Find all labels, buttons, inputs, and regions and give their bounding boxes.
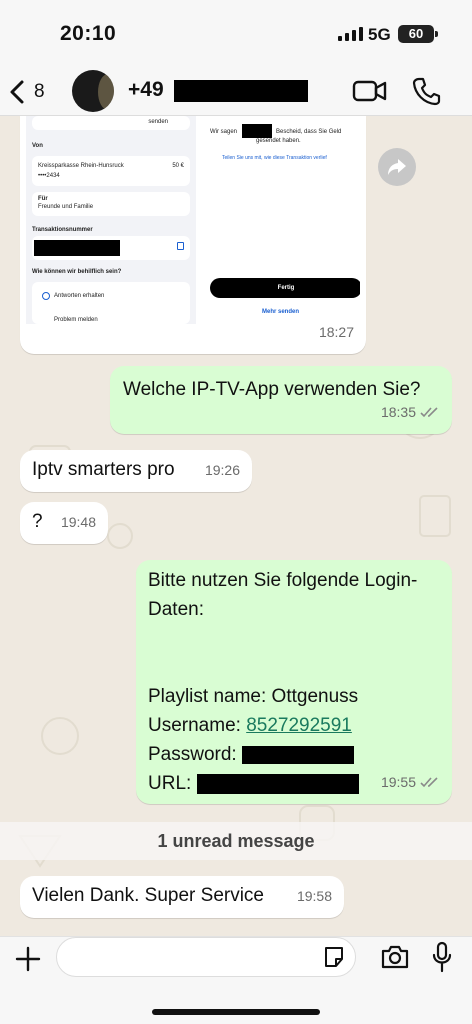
- screenshot-send-more: Mehr senden: [262, 309, 300, 315]
- screenshot-amount: 50 €: [172, 163, 184, 169]
- screenshot-help-item-1: Antworten erhalten: [54, 293, 105, 299]
- battery-level: 60: [408, 26, 424, 41]
- screenshot-account-mask: ••••2434: [38, 173, 60, 179]
- screenshot-sender-label: senden: [148, 119, 168, 125]
- screenshot-done-button: Fertig: [210, 278, 360, 298]
- message-line: Daten:: [148, 599, 204, 620]
- contact-phone-prefix: +49: [128, 78, 164, 101]
- help-icon: [42, 292, 50, 300]
- message-meta: 19:48: [61, 508, 96, 536]
- screenshot-thanks-b: Bescheid, dass Sie Geld: [276, 129, 342, 135]
- screenshot-left-panel: senden Von Kreissparkasse Rhein-Hunsruck…: [26, 116, 196, 324]
- forward-button[interactable]: [378, 148, 416, 186]
- camera-icon[interactable]: [380, 943, 410, 971]
- sticker-icon[interactable]: [322, 945, 346, 969]
- status-time: 20:10: [60, 22, 117, 45]
- screenshot-thanks-a: Wir sagen: [210, 129, 238, 135]
- chat-header: 8 +49: [0, 68, 472, 116]
- unread-messages-banner: 1 unread message: [0, 822, 472, 860]
- screenshot-transaction-card: [32, 236, 190, 260]
- double-check-icon: [420, 777, 438, 788]
- message-time: 19:26: [204, 462, 240, 478]
- battery-icon: 60: [398, 25, 438, 43]
- outgoing-message[interactable]: Bitte nutzen Sie folgende Login- Daten: …: [136, 560, 452, 804]
- message-text: Welche IP-TV-App verwenden Sie?: [123, 379, 421, 400]
- back-button[interactable]: 8: [8, 76, 54, 108]
- screenshot-thanks-c: gesendet haben.: [256, 138, 301, 144]
- redacted-recipient-name: [242, 124, 272, 138]
- message-time: 19:48: [60, 514, 96, 530]
- password-label: Password:: [148, 744, 237, 765]
- screenshot-bank-name: Kreissparkasse Rhein-Hunsruck: [38, 163, 124, 169]
- incoming-message[interactable]: ? 19:48: [20, 502, 108, 544]
- url-label: URL:: [148, 773, 192, 794]
- message-text: Vielen Dank. Super Service: [32, 885, 264, 906]
- message-time: 19:58: [296, 888, 332, 904]
- status-bar: 20:10 5G 60: [0, 0, 472, 68]
- screenshot-bank-card: Kreissparkasse Rhein-Hunsruck 50 € ••••2…: [32, 156, 190, 186]
- message-text: Bitte nutzen Sie folgende Login- Daten: …: [148, 566, 417, 798]
- message-meta: 18:27: [319, 318, 354, 346]
- incoming-message[interactable]: Vielen Dank. Super Service 19:58: [20, 876, 344, 918]
- redacted-transaction-number: [34, 240, 120, 256]
- incoming-message[interactable]: Iptv smarters pro 19:26: [20, 450, 252, 492]
- screenshot-card-top: senden: [32, 116, 190, 130]
- screenshot-right-panel: Wir sagen Bescheid, dass Sie Geld gesend…: [202, 116, 360, 324]
- redacted-phone-number: [174, 80, 308, 102]
- playlist-line: Playlist name: Ottgenuss: [148, 686, 359, 707]
- screenshot-help-card: Antworten erhalten Problem melden: [32, 282, 190, 324]
- screenshot-von-label: Von: [32, 143, 43, 149]
- screenshot-help-label: Wie können wir behilflich sein?: [32, 269, 122, 275]
- screenshot-purpose-card: Für Freunde und Familie: [32, 192, 190, 216]
- double-check-icon: [420, 407, 438, 418]
- message-time: 18:35: [380, 404, 416, 420]
- unread-chats-count: 8: [34, 81, 45, 102]
- message-meta: 19:58: [297, 882, 332, 910]
- url-line: URL:: [148, 769, 417, 798]
- message-input[interactable]: [56, 937, 356, 977]
- screenshot-share-link: Teilen Sie uns mit, wie diese Transaktio…: [222, 155, 327, 161]
- video-call-icon[interactable]: [352, 76, 388, 106]
- contact-avatar[interactable]: [72, 70, 114, 112]
- message-text: Iptv smarters pro: [32, 459, 175, 480]
- plus-icon[interactable]: [14, 945, 42, 973]
- username-link[interactable]: 8527292591: [246, 715, 352, 736]
- back-chevron-icon: [10, 80, 24, 104]
- screenshot-fur-label: Für: [38, 196, 48, 202]
- message-meta: 18:35: [381, 398, 440, 426]
- message-text: ?: [32, 511, 43, 532]
- screenshot-fur-value: Freunde und Familie: [38, 204, 94, 210]
- image-message[interactable]: senden Von Kreissparkasse Rhein-Hunsruck…: [20, 116, 366, 354]
- screenshot-transaction-label: Transaktionsnummer: [32, 227, 93, 233]
- cellular-signal-icon: [338, 27, 363, 41]
- message-meta: 19:55: [381, 768, 440, 796]
- message-time: 18:27: [318, 324, 354, 340]
- contact-name[interactable]: +49: [128, 78, 164, 102]
- screenshot-help-item-2: Problem melden: [54, 317, 98, 323]
- username-label: Username:: [148, 715, 241, 736]
- mic-icon[interactable]: [432, 941, 452, 973]
- redacted-url: [196, 773, 359, 794]
- home-indicator: [152, 1009, 320, 1015]
- outgoing-message[interactable]: Welche IP-TV-App verwenden Sie? 18:35: [110, 366, 452, 434]
- network-type: 5G: [368, 25, 391, 44]
- phone-icon[interactable]: [412, 76, 442, 106]
- message-line: Bitte nutzen Sie folgende Login-: [148, 570, 418, 591]
- message-meta: 19:26: [205, 456, 240, 484]
- message-time: 19:55: [380, 774, 416, 790]
- payment-screenshot[interactable]: senden Von Kreissparkasse Rhein-Hunsruck…: [26, 116, 360, 324]
- redacted-password: [241, 745, 354, 764]
- composer-bar: [0, 936, 472, 1024]
- password-line: Password:: [148, 740, 417, 769]
- copy-icon: [177, 242, 184, 250]
- share-icon: [388, 159, 406, 175]
- username-line: Username: 8527292591: [148, 711, 417, 740]
